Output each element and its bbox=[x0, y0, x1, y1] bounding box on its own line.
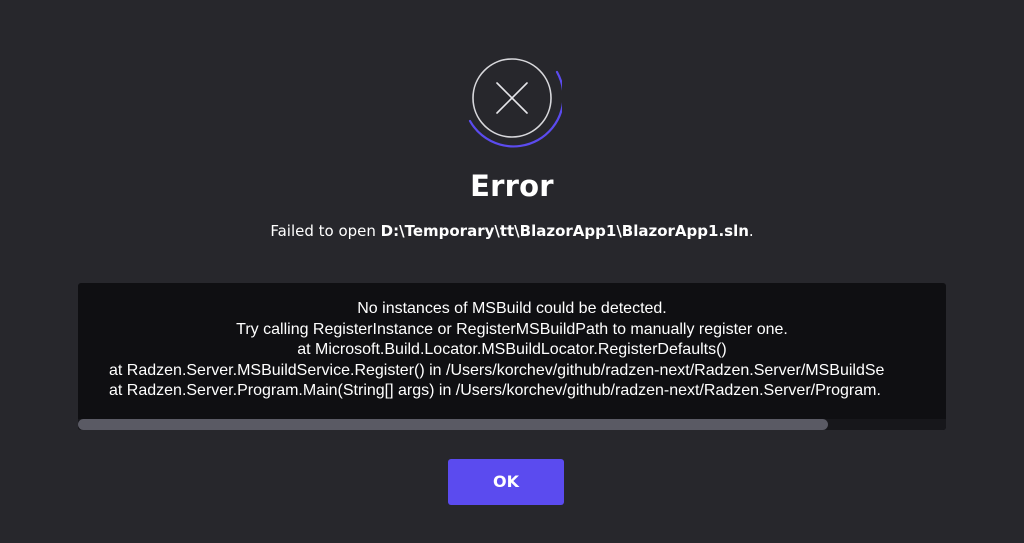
error-details-panel: No instances of MSBuild could be detecte… bbox=[78, 283, 946, 430]
details-line: Try calling RegisterInstance or Register… bbox=[236, 320, 788, 338]
message-prefix: Failed to open bbox=[270, 222, 381, 240]
details-line: at Microsoft.Build.Locator.MSBuildLocato… bbox=[297, 341, 727, 359]
scrollbar-thumb[interactable] bbox=[78, 419, 828, 430]
dialog-title: Error bbox=[470, 169, 554, 203]
error-message: Failed to open D:\Temporary\tt\BlazorApp… bbox=[0, 220, 1024, 242]
details-line: at Radzen.Server.Program.Main(String[] a… bbox=[109, 382, 881, 400]
solution-path: D:\Temporary\tt\BlazorApp1\BlazorApp1.sl… bbox=[380, 222, 749, 240]
message-suffix: . bbox=[748, 222, 754, 240]
error-details-text: No instances of MSBuild could be detecte… bbox=[78, 299, 946, 402]
details-line: No instances of MSBuild could be detecte… bbox=[357, 300, 667, 317]
details-line: at Radzen.Server.MSBuildService.Register… bbox=[109, 361, 885, 379]
horizontal-scrollbar[interactable] bbox=[78, 419, 946, 430]
error-details-scroll-area[interactable]: No instances of MSBuild could be detecte… bbox=[78, 283, 946, 417]
error-close-icon bbox=[462, 48, 562, 148]
error-dialog: Error Failed to open D:\Temporary\tt\Bla… bbox=[0, 0, 1024, 543]
ok-button[interactable]: OK bbox=[448, 459, 564, 505]
